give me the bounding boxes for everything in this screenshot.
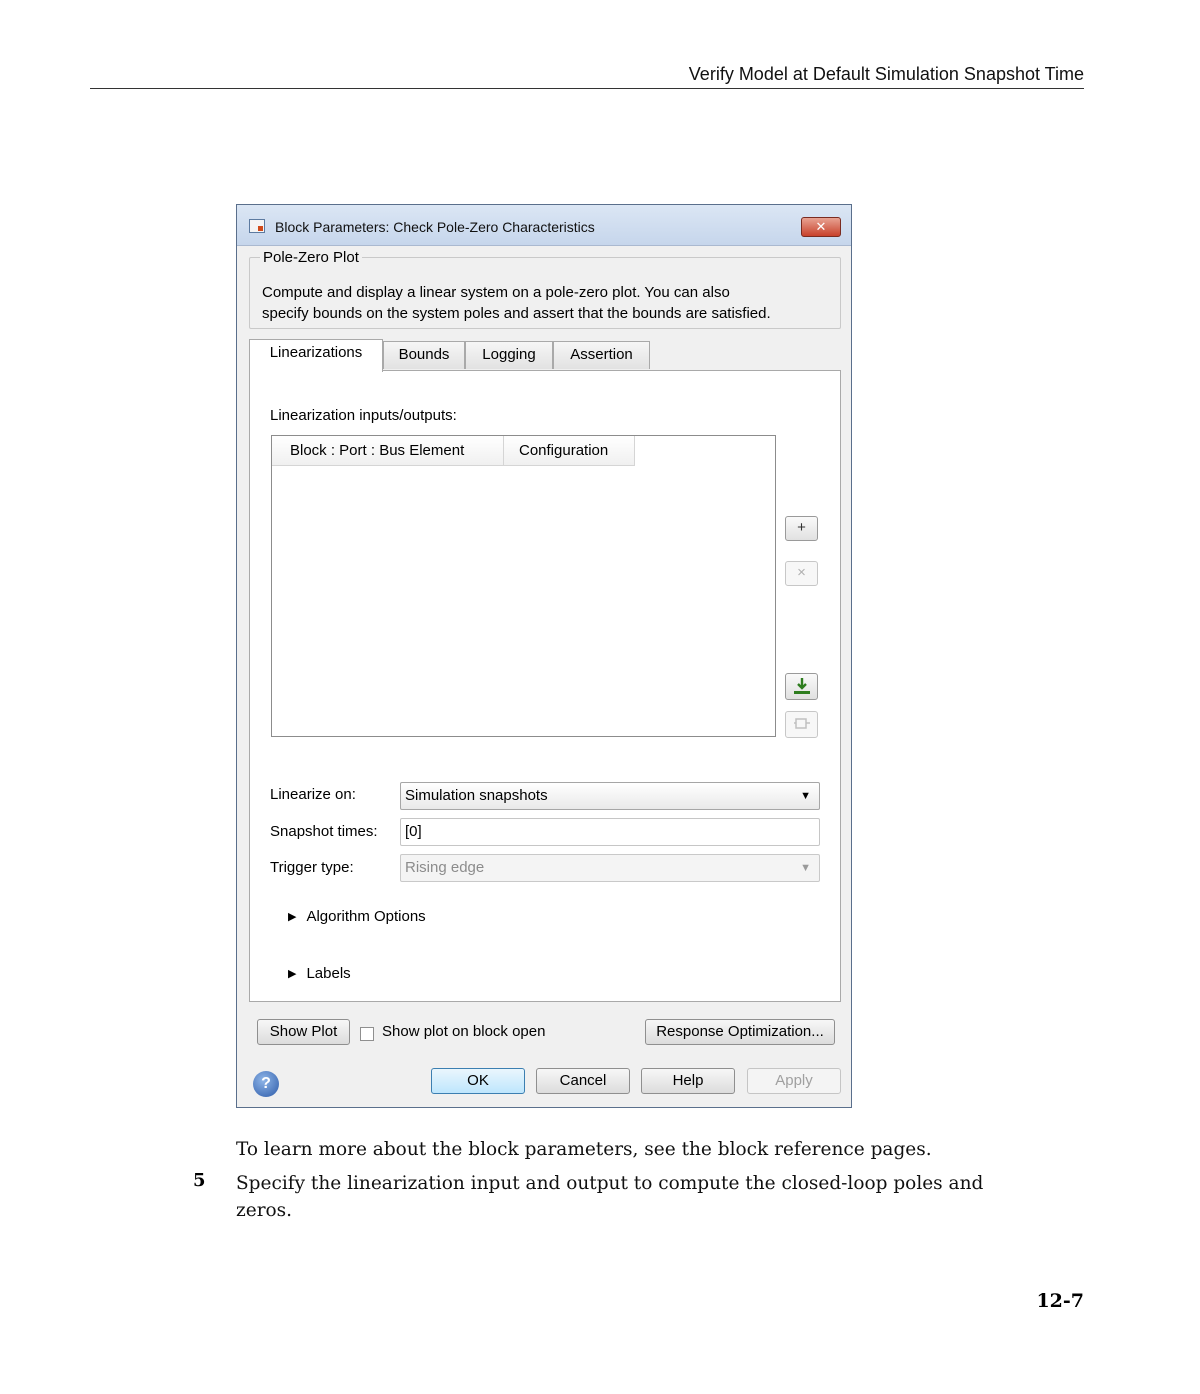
group-description: Compute and display a linear system on a… xyxy=(262,282,830,324)
column-header-configuration[interactable]: Configuration xyxy=(504,436,635,465)
close-icon[interactable]: ✕ xyxy=(801,217,841,237)
trigger-type-select[interactable]: Rising edge ▼ xyxy=(400,854,820,882)
show-plot-on-open-checkbox[interactable] xyxy=(360,1027,374,1041)
dropdown-caret-icon: ▼ xyxy=(800,862,811,874)
body-paragraph: To learn more about the block parameters… xyxy=(236,1139,932,1160)
ok-button[interactable]: OK xyxy=(431,1068,525,1094)
pole-zero-plot-group: Pole-Zero Plot Compute and display a lin… xyxy=(249,249,841,329)
apply-button[interactable]: Apply xyxy=(747,1068,841,1094)
show-plot-button[interactable]: Show Plot xyxy=(257,1019,350,1045)
snapshot-times-label: Snapshot times: xyxy=(270,823,378,840)
step-text-line-2: zeros. xyxy=(236,1200,293,1221)
remove-io-button[interactable]: × xyxy=(785,561,818,586)
block-parameters-dialog: Block Parameters: Check Pole-Zero Charac… xyxy=(236,204,852,1108)
expand-arrow-icon: ▶ xyxy=(288,968,297,980)
add-io-button[interactable]: + xyxy=(785,516,818,541)
algorithm-options-label: Algorithm Options xyxy=(306,908,426,925)
tab-logging[interactable]: Logging xyxy=(465,341,553,369)
column-header-block-port[interactable]: Block : Port : Bus Element xyxy=(272,436,504,465)
tab-linearizations[interactable]: Linearizations xyxy=(249,339,383,372)
linearize-on-select[interactable]: Simulation snapshots ▼ xyxy=(400,782,820,810)
trigger-type-label: Trigger type: xyxy=(270,859,354,876)
highlight-button[interactable] xyxy=(785,711,818,738)
tab-bounds[interactable]: Bounds xyxy=(383,341,465,369)
select-signal-icon xyxy=(793,678,810,694)
page-number: 12-7 xyxy=(1036,1290,1084,1312)
help-button[interactable]: Help xyxy=(641,1068,735,1094)
step-number: 5 xyxy=(193,1170,206,1191)
dialog-title: Block Parameters: Check Pole-Zero Charac… xyxy=(275,219,595,235)
io-table[interactable]: Block : Port : Bus Element Configuration xyxy=(271,435,776,737)
algorithm-options-expander[interactable]: ▶ Algorithm Options xyxy=(288,908,426,925)
remove-icon: × xyxy=(797,564,806,581)
step-text-line-1: Specify the linearization input and outp… xyxy=(236,1173,984,1194)
linearize-on-value: Simulation snapshots xyxy=(405,787,548,804)
block-params-icon xyxy=(249,219,265,233)
expand-arrow-icon: ▶ xyxy=(288,911,297,923)
cancel-button[interactable]: Cancel xyxy=(536,1068,630,1094)
header-rule xyxy=(90,88,1084,89)
linearizations-panel: Linearization inputs/outputs: Block : Po… xyxy=(249,370,841,1002)
show-plot-on-open-label: Show plot on block open xyxy=(382,1023,546,1040)
dropdown-caret-icon: ▼ xyxy=(800,790,811,802)
page-header-title: Verify Model at Default Simulation Snaps… xyxy=(688,64,1084,84)
add-icon: + xyxy=(797,519,806,536)
tab-assertion[interactable]: Assertion xyxy=(553,341,650,369)
description-line-1: Compute and display a linear system on a… xyxy=(262,284,730,301)
response-optimization-button[interactable]: Response Optimization... xyxy=(645,1019,835,1045)
group-title: Pole-Zero Plot xyxy=(260,249,362,266)
select-signal-button[interactable] xyxy=(785,673,818,700)
snapshot-times-input[interactable]: [0] xyxy=(400,818,820,846)
labels-label: Labels xyxy=(306,965,351,982)
labels-expander[interactable]: ▶ Labels xyxy=(288,965,351,982)
help-icon[interactable]: ? xyxy=(253,1071,279,1097)
io-table-header: Block : Port : Bus Element Configuration xyxy=(272,436,635,466)
highlight-icon xyxy=(793,718,810,729)
linearize-on-label: Linearize on: xyxy=(270,786,356,803)
dialog-titlebar: Block Parameters: Check Pole-Zero Charac… xyxy=(237,205,851,246)
trigger-type-value: Rising edge xyxy=(405,859,485,876)
description-line-2: specify bounds on the system poles and a… xyxy=(262,305,771,322)
io-label: Linearization inputs/outputs: xyxy=(270,407,457,424)
